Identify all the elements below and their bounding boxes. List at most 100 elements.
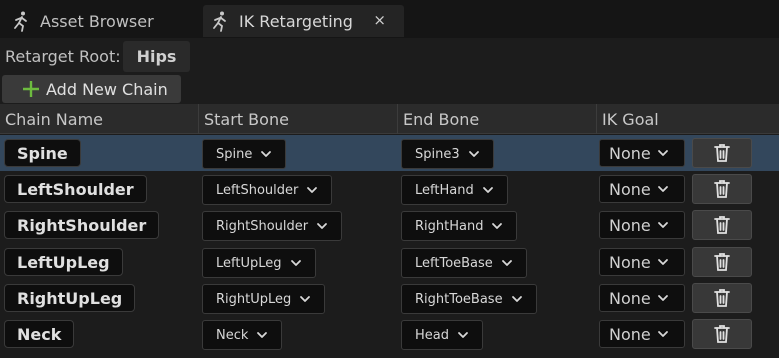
chain-row[interactable]: LeftUpLeg LeftUpLeg LeftToeBase None xyxy=(0,244,779,280)
delete-chain-button[interactable] xyxy=(692,247,752,277)
chevron-down-icon xyxy=(657,219,669,231)
chevron-down-icon xyxy=(657,256,669,268)
chain-row[interactable]: Spine Spine Spine3 None xyxy=(0,135,779,171)
retarget-root-value[interactable]: Hips xyxy=(123,41,190,72)
ik-goal-value: None xyxy=(609,324,651,344)
delete-chain-button[interactable] xyxy=(692,283,752,313)
end-bone-dropdown[interactable]: LeftToeBase xyxy=(401,248,527,278)
ik-goal-value: None xyxy=(609,143,651,163)
trash-icon xyxy=(713,143,731,163)
ik-goal-dropdown[interactable]: None xyxy=(599,248,685,276)
end-bone-dropdown[interactable]: LeftHand xyxy=(401,175,508,205)
end-bone-value: Head xyxy=(415,327,449,343)
end-bone-value: Spine3 xyxy=(415,146,460,162)
ik-goal-value: None xyxy=(609,215,651,235)
tab-ik-retargeting[interactable]: IK Retargeting × xyxy=(203,5,404,37)
chevron-down-icon xyxy=(316,220,328,232)
end-bone-dropdown[interactable]: RightToeBase xyxy=(401,284,537,314)
close-icon[interactable]: × xyxy=(373,11,386,29)
start-bone-value: Neck xyxy=(216,327,249,343)
chain-row[interactable]: RightShoulder RightShoulder RightHand None xyxy=(0,207,779,243)
tab-asset-browser[interactable]: Asset Browser xyxy=(6,5,196,37)
chain-name-field[interactable]: LeftUpLeg xyxy=(4,248,123,276)
ik-goal-value: None xyxy=(609,252,651,272)
ik-goal-value: None xyxy=(609,288,651,308)
add-new-chain-label: Add New Chain xyxy=(46,79,168,99)
chevron-down-icon xyxy=(491,220,503,232)
chevron-down-icon xyxy=(482,184,494,196)
ik-goal-value: None xyxy=(609,179,651,199)
tab-bar: Asset Browser IK Retargeting × xyxy=(0,0,779,38)
end-bone-value: RightToeBase xyxy=(415,291,503,307)
chain-name-label: Neck xyxy=(17,324,62,344)
retarget-root-row: Retarget Root: Hips xyxy=(0,38,779,74)
end-bone-dropdown[interactable]: RightHand xyxy=(401,211,518,241)
tab-label: IK Retargeting xyxy=(239,11,353,31)
chevron-down-icon xyxy=(501,257,513,269)
running-figure-icon xyxy=(209,10,231,32)
chevron-down-icon xyxy=(256,329,268,341)
chain-name-field[interactable]: RightUpLeg xyxy=(4,284,136,312)
start-bone-dropdown[interactable]: LeftUpLeg xyxy=(202,248,316,278)
chain-name-field[interactable]: RightShoulder xyxy=(4,211,160,239)
start-bone-dropdown[interactable]: LeftShoulder xyxy=(202,175,333,205)
end-bone-value: LeftToeBase xyxy=(415,255,493,271)
tab-label: Asset Browser xyxy=(40,11,154,31)
chain-name-label: RightUpLeg xyxy=(17,288,123,308)
chevron-down-icon xyxy=(657,147,669,159)
delete-chain-button[interactable] xyxy=(692,174,752,204)
delete-chain-button[interactable] xyxy=(692,138,752,168)
chain-name-field[interactable]: Spine xyxy=(4,139,81,167)
start-bone-dropdown[interactable]: RightUpLeg xyxy=(202,284,326,314)
trash-icon xyxy=(713,179,731,199)
chain-row[interactable]: RightUpLeg RightUpLeg RightToeBase None xyxy=(0,280,779,316)
column-header-start-bone[interactable]: Start Bone xyxy=(199,104,398,134)
ik-goal-dropdown[interactable]: None xyxy=(599,320,685,348)
chevron-down-icon xyxy=(511,293,523,305)
retarget-root-label: Retarget Root: xyxy=(5,47,121,66)
chain-name-label: RightShoulder xyxy=(17,215,147,235)
running-figure-icon xyxy=(10,10,32,32)
chain-name-label: Spine xyxy=(17,143,68,163)
chain-table-header: Chain Name Start Bone End Bone IK Goal xyxy=(0,104,779,134)
end-bone-dropdown[interactable]: Spine3 xyxy=(401,139,494,169)
chevron-down-icon xyxy=(290,257,302,269)
chain-row[interactable]: Neck Neck Head None xyxy=(0,316,779,352)
start-bone-dropdown[interactable]: Spine xyxy=(202,139,287,169)
end-bone-dropdown[interactable]: Head xyxy=(401,320,483,350)
chevron-down-icon xyxy=(657,292,669,304)
start-bone-value: LeftUpLeg xyxy=(216,255,282,271)
start-bone-value: RightUpLeg xyxy=(216,291,292,307)
trash-icon xyxy=(713,215,731,235)
chevron-down-icon xyxy=(468,148,480,160)
ik-goal-dropdown[interactable]: None xyxy=(599,284,685,312)
add-new-chain-button[interactable]: Add New Chain xyxy=(2,75,181,103)
chevron-down-icon xyxy=(657,328,669,340)
chain-name-field[interactable]: LeftShoulder xyxy=(4,175,147,203)
start-bone-dropdown[interactable]: Neck xyxy=(202,320,283,350)
chevron-down-icon xyxy=(306,184,318,196)
delete-chain-button[interactable] xyxy=(692,210,752,240)
start-bone-value: LeftShoulder xyxy=(216,182,299,198)
ik-goal-dropdown[interactable]: None xyxy=(599,175,685,203)
column-header-end-bone[interactable]: End Bone xyxy=(398,104,597,134)
trash-icon xyxy=(713,252,731,272)
ik-goal-dropdown[interactable]: None xyxy=(599,211,685,239)
retarget-chains-panel: Retarget Root: Hips Add New Chain Chain … xyxy=(0,38,779,358)
ik-goal-dropdown[interactable]: None xyxy=(599,139,685,167)
chevron-down-icon xyxy=(457,329,469,341)
start-bone-value: Spine xyxy=(216,146,253,162)
chevron-down-icon xyxy=(657,183,669,195)
delete-chain-button[interactable] xyxy=(692,319,752,349)
column-header-ik-goal[interactable]: IK Goal xyxy=(597,104,779,134)
start-bone-dropdown[interactable]: RightShoulder xyxy=(202,211,343,241)
trash-icon xyxy=(713,288,731,308)
end-bone-value: LeftHand xyxy=(415,182,474,198)
chain-name-field[interactable]: Neck xyxy=(4,320,75,348)
chevron-down-icon xyxy=(260,148,272,160)
chevron-down-icon xyxy=(299,293,311,305)
trash-icon xyxy=(713,324,731,344)
column-header-chain-name[interactable]: Chain Name xyxy=(0,104,199,134)
end-bone-value: RightHand xyxy=(415,218,484,234)
chain-row[interactable]: LeftShoulder LeftShoulder LeftHand None xyxy=(0,171,779,207)
